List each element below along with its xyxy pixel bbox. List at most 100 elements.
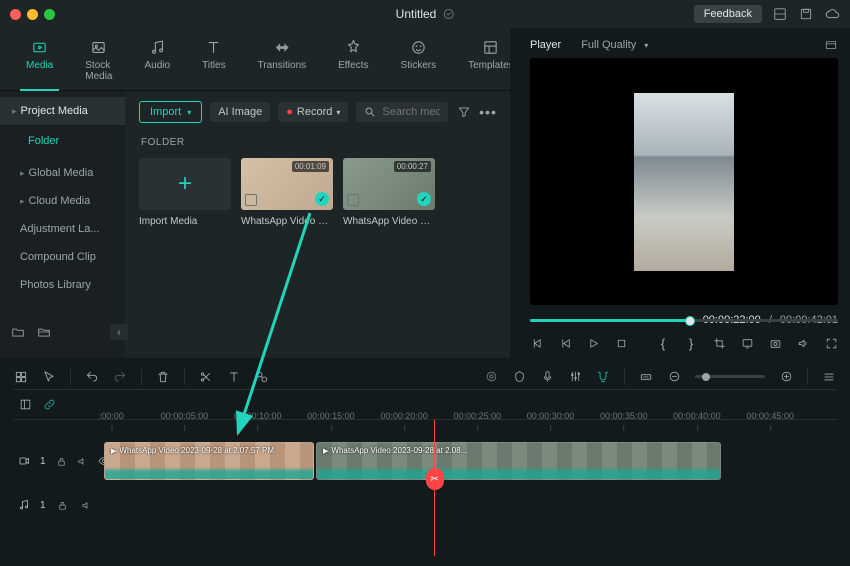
step-back-icon[interactable] xyxy=(558,336,572,350)
add-corner-icon[interactable] xyxy=(347,194,359,206)
link-icon[interactable] xyxy=(42,398,56,412)
tab-media[interactable]: Media xyxy=(20,34,59,91)
prev-frame-icon[interactable] xyxy=(530,336,544,350)
mark-in-icon[interactable]: { xyxy=(656,336,670,350)
tracks-area[interactable]: ✂ 1 WhatsApp Video 2023-09-28 at 2.07.57… xyxy=(14,420,836,556)
minimize-window[interactable] xyxy=(27,9,38,20)
player-settings-icon[interactable] xyxy=(824,38,838,52)
filter-icon[interactable] xyxy=(456,104,472,120)
tab-stickers[interactable]: Stickers xyxy=(395,34,443,90)
sidebar-item-photos-library[interactable]: Photos Library xyxy=(0,271,125,299)
tab-stock-media[interactable]: Stock Media xyxy=(79,34,118,90)
delete-icon[interactable] xyxy=(156,370,170,384)
track-lock-icon[interactable] xyxy=(56,498,70,512)
tab-transitions[interactable]: Transitions xyxy=(252,34,313,90)
sidebar-item-compound-clip[interactable]: Compound Clip xyxy=(0,243,125,271)
window-controls xyxy=(10,9,55,20)
media-grid: + Import Media 00:01:09 ✓ WhatsApp Video… xyxy=(139,158,496,227)
mark-out-icon[interactable]: } xyxy=(684,336,698,350)
audio-track-body[interactable] xyxy=(104,486,836,524)
ai-image-button[interactable]: AI Image xyxy=(210,102,270,122)
crop-tool-icon[interactable] xyxy=(255,370,269,384)
redo-icon[interactable] xyxy=(113,370,127,384)
import-button[interactable]: Import ▾ xyxy=(139,101,202,123)
fit-icon[interactable] xyxy=(639,370,653,384)
playhead[interactable]: ✂ xyxy=(434,420,435,556)
add-corner-icon[interactable] xyxy=(245,194,257,206)
tab-effects[interactable]: Effects xyxy=(332,34,374,90)
duration-badge: 00:01:09 xyxy=(292,161,329,172)
ruler-tick: 00:00:45:00 xyxy=(746,411,794,421)
feedback-button[interactable]: Feedback xyxy=(694,5,762,23)
close-window[interactable] xyxy=(10,9,21,20)
sidebar-label: Photos Library xyxy=(20,279,91,291)
video-track-icon xyxy=(18,455,30,467)
zoom-in-icon[interactable] xyxy=(779,370,793,384)
fullscreen-icon[interactable] xyxy=(824,336,838,350)
screen-icon[interactable] xyxy=(740,336,754,350)
track-panel-icon[interactable] xyxy=(18,398,32,412)
marker-icon[interactable] xyxy=(512,370,526,384)
sidebar-label: Project Media xyxy=(21,105,88,117)
layout-tool-icon[interactable] xyxy=(14,370,28,384)
sidebar-item-cloud-media[interactable]: ▸Cloud Media xyxy=(0,187,125,215)
text-tool-icon[interactable] xyxy=(227,370,241,384)
save-icon[interactable] xyxy=(798,6,814,22)
track-mute-icon[interactable] xyxy=(80,498,94,512)
zoom-knob[interactable] xyxy=(702,373,710,381)
zoom-slider[interactable] xyxy=(695,375,765,378)
import-media-card[interactable]: + Import Media xyxy=(139,158,231,227)
open-folder-icon[interactable] xyxy=(36,324,52,340)
cloud-icon[interactable] xyxy=(824,6,840,22)
track-mute-icon[interactable] xyxy=(77,454,88,468)
snapshot-icon[interactable] xyxy=(768,336,782,350)
ruler-tick: 00:00:20:00 xyxy=(380,411,428,421)
tab-audio[interactable]: Audio xyxy=(138,34,176,90)
tab-label: Titles xyxy=(202,60,226,71)
timeline-clip[interactable]: WhatsApp Video 2023-09-28 at 2.07.57 PM xyxy=(104,442,314,480)
new-folder-icon[interactable] xyxy=(10,324,26,340)
split-icon[interactable] xyxy=(199,370,213,384)
video-content xyxy=(634,93,734,271)
media-card[interactable]: 00:00:27 ✓ WhatsApp Video 202... xyxy=(343,158,435,227)
record-button[interactable]: ● Record ▾ xyxy=(278,102,348,122)
mixer-icon[interactable] xyxy=(568,370,582,384)
search-input[interactable] xyxy=(382,106,440,118)
plus-icon: + xyxy=(178,170,192,198)
sidebar-item-folder[interactable]: Folder xyxy=(0,127,125,155)
undo-icon[interactable] xyxy=(85,370,99,384)
timeline-clip[interactable]: WhatsApp Video 2023-09-28 at 2.08... xyxy=(316,442,721,480)
zoom-out-icon[interactable] xyxy=(667,370,681,384)
scrubber-knob[interactable] xyxy=(685,316,695,326)
player-controls: { } xyxy=(530,336,838,350)
tool-icon[interactable] xyxy=(484,370,498,384)
tab-titles[interactable]: Titles xyxy=(196,34,232,90)
search-field[interactable] xyxy=(356,102,448,122)
quality-selector[interactable]: Full Quality ▾ xyxy=(581,39,648,51)
play-icon[interactable] xyxy=(586,336,600,350)
maximize-window[interactable] xyxy=(44,9,55,20)
snap-icon[interactable] xyxy=(596,370,610,384)
mic-icon[interactable] xyxy=(540,370,554,384)
sidebar-item-adjustment-layer[interactable]: Adjustment La... xyxy=(0,215,125,243)
collapse-sidebar-icon[interactable]: ‹ xyxy=(110,324,128,340)
more-icon[interactable]: ••• xyxy=(480,104,496,120)
ruler-tick: 00:00:30:00 xyxy=(527,411,575,421)
media-card[interactable]: 00:01:09 ✓ WhatsApp Video 202... xyxy=(241,158,333,227)
video-track-body[interactable]: WhatsApp Video 2023-09-28 at 2.07.57 PM … xyxy=(104,442,836,480)
sidebar-item-global-media[interactable]: ▸Global Media xyxy=(0,159,125,187)
stop-icon[interactable] xyxy=(614,336,628,350)
scrubber-track[interactable] xyxy=(530,319,838,322)
cut-badge-icon[interactable]: ✂ xyxy=(426,468,444,490)
layout-icon[interactable] xyxy=(772,6,788,22)
sync-icon xyxy=(442,8,454,20)
track-lock-icon[interactable] xyxy=(56,454,67,468)
view-options-icon[interactable] xyxy=(822,370,836,384)
crop-icon[interactable] xyxy=(712,336,726,350)
sidebar-item-project-media[interactable]: ▸Project Media xyxy=(0,97,125,125)
volume-icon[interactable] xyxy=(796,336,810,350)
tab-label: Audio xyxy=(144,60,170,71)
video-viewer[interactable] xyxy=(530,58,838,305)
card-label: Import Media xyxy=(139,216,231,227)
select-tool-icon[interactable] xyxy=(42,370,56,384)
